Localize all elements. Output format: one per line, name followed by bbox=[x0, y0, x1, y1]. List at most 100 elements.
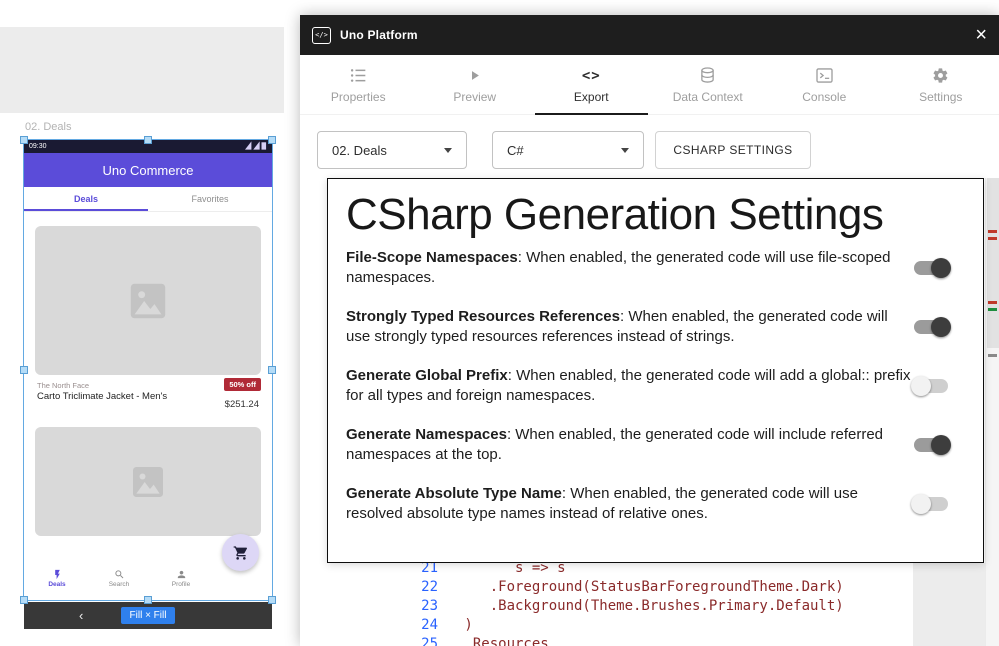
line-number: 24 bbox=[360, 617, 438, 633]
tab-label: Preview bbox=[453, 90, 496, 104]
status-icons bbox=[245, 141, 267, 152]
minimap-mark bbox=[988, 301, 997, 304]
line-number: 25 bbox=[360, 636, 438, 646]
minimap-mark bbox=[988, 237, 997, 240]
nav-label: Search bbox=[109, 581, 130, 588]
option-text: Generate Absolute Type Name: When enable… bbox=[346, 484, 911, 524]
toggle-file-scope-namespaces[interactable] bbox=[911, 258, 951, 278]
app-title: Uno Commerce bbox=[102, 163, 193, 178]
tab-label: Properties bbox=[331, 90, 386, 104]
image-placeholder-icon bbox=[128, 462, 168, 502]
chevron-left-icon[interactable]: ‹ bbox=[79, 602, 83, 629]
cart-fab-button[interactable] bbox=[222, 534, 259, 571]
language-dropdown-value: C# bbox=[507, 143, 524, 158]
tab-label: Console bbox=[802, 90, 846, 104]
status-time: 09:30 bbox=[29, 143, 47, 150]
phone-tab-favorites[interactable]: Favorites bbox=[148, 187, 272, 211]
editor-minimap[interactable] bbox=[985, 178, 999, 646]
line-number: 22 bbox=[360, 579, 438, 595]
nav-label: Deals bbox=[48, 581, 65, 588]
code-icon: <> bbox=[582, 66, 601, 85]
product-brand: The North Face bbox=[37, 381, 89, 390]
discount-badge: 50% off bbox=[224, 378, 261, 391]
toggle-thumb bbox=[931, 435, 951, 455]
toggle-generate-global-prefix[interactable] bbox=[911, 376, 951, 396]
uno-platform-window: </> Uno Platform × Properties Preview <>… bbox=[300, 15, 999, 646]
phone-tab-label: Deals bbox=[74, 194, 98, 204]
product-name: Carto Triclimate Jacket - Men's bbox=[37, 391, 167, 402]
close-icon[interactable]: × bbox=[975, 25, 987, 45]
toggle-thumb bbox=[931, 258, 951, 278]
list-icon bbox=[350, 66, 367, 85]
tab-label: Export bbox=[574, 90, 609, 104]
toggle-generate-absolute-type-name[interactable] bbox=[911, 494, 951, 514]
option-label: File-Scope Namespaces bbox=[346, 249, 518, 266]
nav-item-profile[interactable]: Profile bbox=[150, 564, 212, 592]
toggle-thumb bbox=[911, 494, 931, 514]
toggle-generate-namespaces[interactable] bbox=[911, 435, 951, 455]
tab-settings[interactable]: Settings bbox=[883, 55, 999, 114]
canvas-backdrop bbox=[0, 27, 284, 113]
tab-preview[interactable]: Preview bbox=[417, 55, 534, 114]
artboard-label: 02. Deals bbox=[25, 121, 71, 133]
option-text: Strongly Typed Resources References: Whe… bbox=[346, 307, 911, 347]
window-title-bar: </> Uno Platform × bbox=[300, 15, 999, 55]
minimap-mark bbox=[988, 354, 997, 357]
option-label: Strongly Typed Resources References bbox=[346, 308, 620, 325]
nav-label: Profile bbox=[172, 581, 190, 588]
tab-data-context[interactable]: Data Context bbox=[650, 55, 767, 114]
size-chip[interactable]: Fill × Fill bbox=[121, 607, 176, 624]
csharp-settings-button[interactable]: CSHARP SETTINGS bbox=[655, 131, 811, 169]
option-row: Generate Absolute Type Name: When enable… bbox=[346, 484, 965, 524]
minimap-mark bbox=[988, 308, 997, 311]
product-image-placeholder[interactable] bbox=[35, 427, 261, 536]
option-text: Generate Global Prefix: When enabled, th… bbox=[346, 366, 911, 406]
product-image-placeholder[interactable] bbox=[35, 226, 261, 375]
toggle-thumb bbox=[911, 376, 931, 396]
code-text: ) bbox=[456, 617, 473, 633]
code-line[interactable]: 25 Resources bbox=[360, 635, 920, 646]
person-icon bbox=[176, 569, 187, 580]
canvas-size-bar: ‹ Fill × Fill bbox=[24, 602, 272, 629]
uno-logo-icon: </> bbox=[312, 27, 331, 44]
code-line[interactable]: 23 .Background(Theme.Brushes.Primary.Def… bbox=[360, 596, 920, 615]
minimap-thumb[interactable] bbox=[987, 178, 999, 348]
designer-screen: 02. Deals 09:30 Uno Commerce Deals Favor… bbox=[0, 0, 999, 646]
minimap-mark bbox=[988, 230, 997, 233]
option-row: Generate Global Prefix: When enabled, th… bbox=[346, 366, 965, 406]
window-title: Uno Platform bbox=[340, 28, 418, 42]
database-icon bbox=[700, 66, 715, 85]
signal-wifi-battery-icon bbox=[245, 141, 267, 150]
option-row: Generate Namespaces: When enabled, the g… bbox=[346, 425, 965, 465]
page-dropdown[interactable]: 02. Deals bbox=[317, 131, 467, 169]
nav-item-deals[interactable]: Deals bbox=[26, 564, 88, 592]
image-placeholder-icon bbox=[125, 278, 171, 324]
language-dropdown[interactable]: C# bbox=[492, 131, 644, 169]
main-tab-bar: Properties Preview <> Export Data Contex… bbox=[300, 55, 999, 115]
console-icon bbox=[816, 66, 833, 85]
nav-item-search[interactable]: Search bbox=[88, 564, 150, 592]
option-label: Generate Namespaces bbox=[346, 426, 507, 443]
phone-preview[interactable]: 09:30 Uno Commerce Deals Favorites bbox=[24, 140, 272, 600]
code-line[interactable]: 24 ) bbox=[360, 616, 920, 635]
csharp-settings-dialog: CSharp Generation Settings File-Scope Na… bbox=[327, 178, 984, 563]
page-dropdown-value: 02. Deals bbox=[332, 143, 387, 158]
tab-label: Settings bbox=[919, 90, 962, 104]
toggle-strongly-typed-resources[interactable] bbox=[911, 317, 951, 337]
line-number: 23 bbox=[360, 598, 438, 614]
code-line[interactable]: 22 .Foreground(StatusBarForegroundTheme.… bbox=[360, 577, 920, 596]
tab-label: Data Context bbox=[673, 90, 743, 104]
product-price: $251.24 bbox=[225, 399, 259, 410]
search-icon bbox=[114, 569, 125, 580]
tab-console[interactable]: Console bbox=[766, 55, 883, 114]
tab-export[interactable]: <> Export bbox=[533, 55, 650, 114]
option-text: Generate Namespaces: When enabled, the g… bbox=[346, 425, 911, 465]
cart-icon bbox=[233, 545, 249, 561]
phone-status-bar: 09:30 bbox=[24, 140, 272, 153]
code-text: .Background(Theme.Brushes.Primary.Defaul… bbox=[456, 598, 844, 614]
chevron-down-icon bbox=[444, 148, 452, 153]
dialog-title: CSharp Generation Settings bbox=[346, 189, 965, 241]
phone-tab-deals[interactable]: Deals bbox=[24, 187, 148, 211]
tab-properties[interactable]: Properties bbox=[300, 55, 417, 114]
code-editor[interactable]: 21 s => s 22 .Foreground(StatusBarForegr… bbox=[360, 558, 920, 646]
